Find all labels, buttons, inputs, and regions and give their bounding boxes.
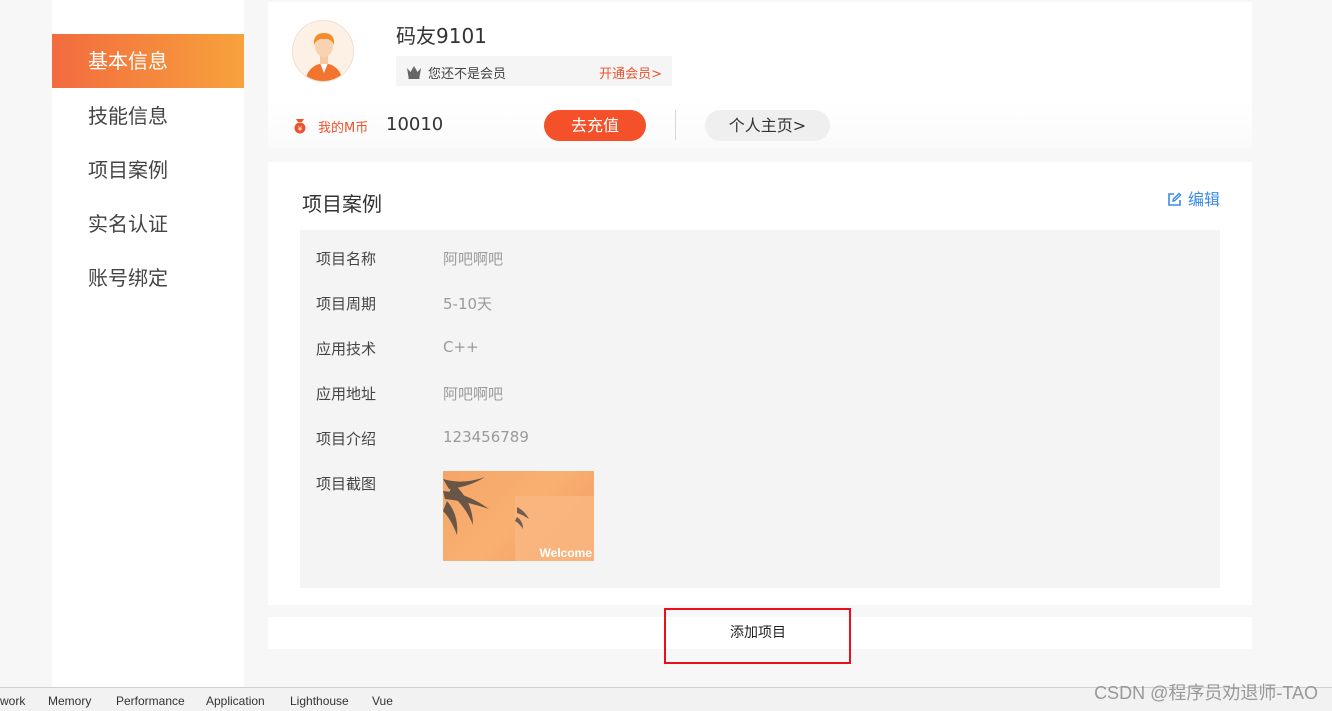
sidebar: 基本信息 技能信息 项目案例 实名认证 账号绑定 [52,0,244,687]
coin-icon: ¥ [292,118,308,138]
devtools-tab-performance[interactable]: Performance [116,694,185,708]
watermark: CSDN @程序员劝退师-TAO [1094,683,1318,703]
project-period-label: 项目周期 [316,295,377,313]
section-title: 项目案例 [302,192,382,216]
project-name-label: 项目名称 [316,250,377,268]
avatar[interactable] [292,20,354,82]
tech-value: C++ [443,338,479,356]
username: 码友9101 [396,24,487,48]
coin-bar: ¥ 我的M币 10010 去充值 个人主页> [268,102,1252,148]
member-status-text: 您还不是会员 [428,67,507,82]
divider [675,110,676,140]
devtools-tab-vue[interactable]: Vue [372,694,393,708]
edit-button[interactable]: 编辑 [1167,186,1220,211]
coin-label: 我的M币 [318,121,369,136]
devtools-tab-memory[interactable]: Memory [48,694,91,708]
svg-text:¥: ¥ [298,125,303,133]
open-membership-link[interactable]: 开通会员> [599,63,662,82]
member-status-bar: 您还不是会员 开通会员> [396,56,672,86]
screenshot-caption: Welcome [539,546,592,560]
project-card: 项目案例 编辑 项目名称 阿吧啊吧 项目周期 5-10天 应用技术 C++ 应用… [268,162,1252,605]
project-screenshot-image[interactable]: Welcome [443,471,594,561]
project-period-value: 5-10天 [443,295,493,313]
project-name-value: 阿吧啊吧 [443,250,504,268]
project-screenshot-label: 项目截图 [316,475,377,493]
sidebar-item-basic-info[interactable]: 基本信息 [52,34,244,88]
sidebar-item-real-name[interactable]: 实名认证 [52,197,244,251]
coin-value: 10010 [386,114,444,135]
crown-icon [406,64,422,83]
profile-card: 码友9101 您还不是会员 开通会员> [268,2,1252,102]
sidebar-item-project-cases[interactable]: 项目案例 [52,143,244,197]
sidebar-item-account-binding[interactable]: 账号绑定 [52,251,244,305]
recharge-button[interactable]: 去充值 [544,110,646,141]
sidebar-item-skill-info[interactable]: 技能信息 [52,89,244,143]
project-intro-value: 123456789 [443,428,529,446]
tech-label: 应用技术 [316,340,377,358]
devtools-tab-lighthouse[interactable]: Lighthouse [290,694,349,708]
app-address-label: 应用地址 [316,385,377,403]
personal-homepage-button[interactable]: 个人主页> [705,110,830,141]
project-detail-box: 项目名称 阿吧啊吧 项目周期 5-10天 应用技术 C++ 应用地址 阿吧啊吧 … [300,230,1220,588]
devtools-tab-network[interactable]: work [0,694,25,708]
app-address-value: 阿吧啊吧 [443,385,504,403]
edit-label: 编辑 [1187,190,1220,209]
highlight-annotation [664,608,851,664]
edit-icon [1167,192,1182,211]
devtools-tab-application[interactable]: Application [206,694,265,708]
project-intro-label: 项目介绍 [316,430,377,448]
